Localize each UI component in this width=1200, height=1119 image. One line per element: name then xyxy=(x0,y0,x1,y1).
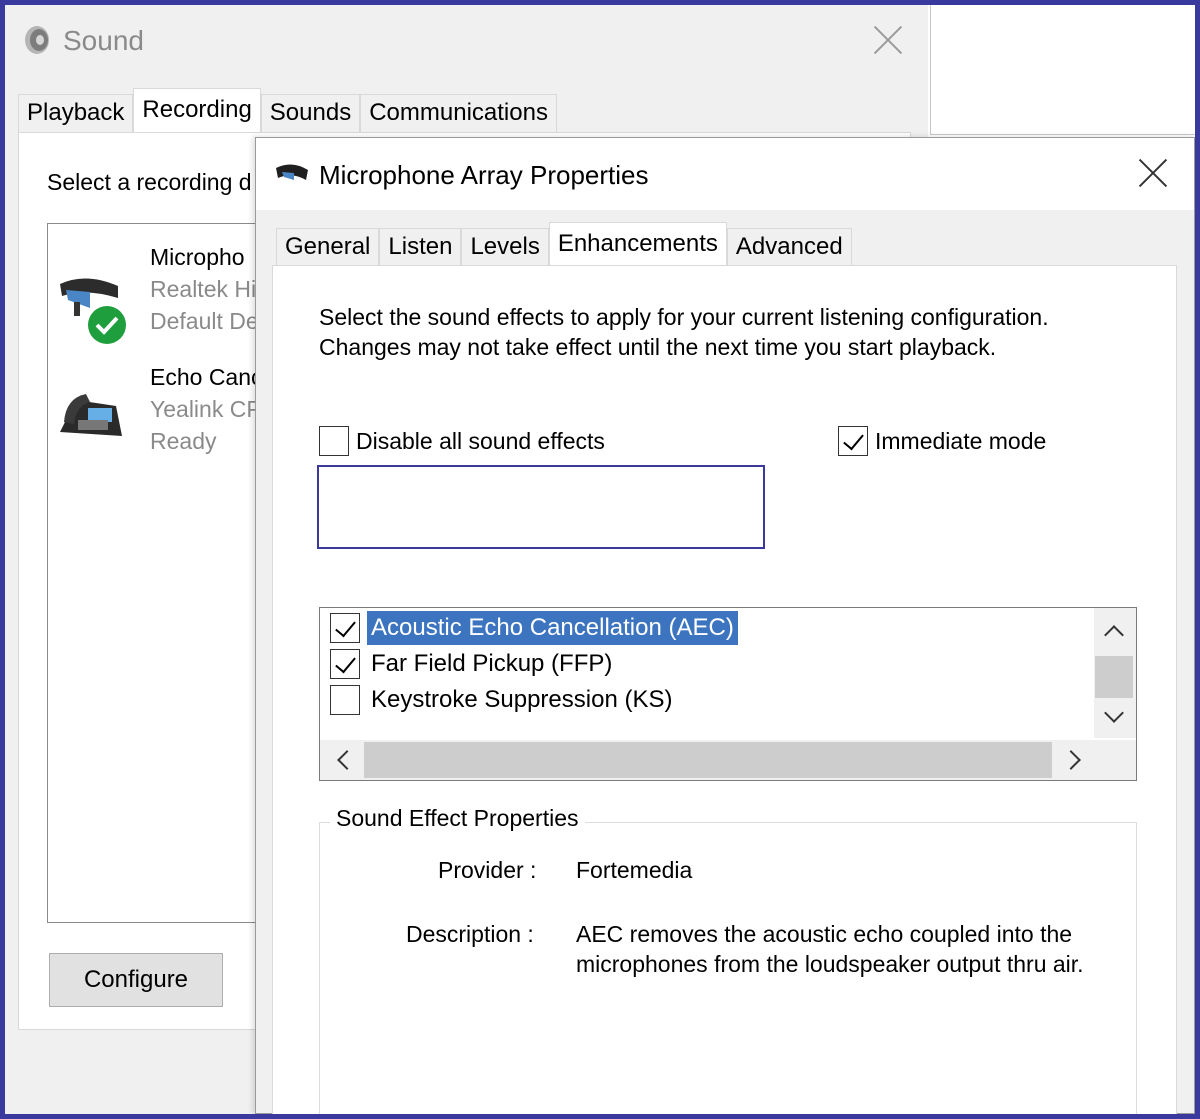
checkbox-checked[interactable] xyxy=(330,649,360,679)
properties-dialog: Microphone Array Properties General List… xyxy=(255,137,1195,1119)
device-status: Ready xyxy=(150,428,217,454)
scrollbar-corner xyxy=(1094,740,1136,780)
tab-advanced[interactable]: Advanced xyxy=(726,228,852,266)
device-name: Micropho xyxy=(150,244,245,270)
effect-item-aec[interactable]: Acoustic Echo Cancellation (AEC) xyxy=(330,611,738,645)
dialog-title: Microphone Array Properties xyxy=(319,160,649,190)
sound-title-bar: Sound xyxy=(5,5,928,75)
instruction-text: Select a recording d xyxy=(47,169,252,195)
scrollbar-thumb[interactable] xyxy=(1095,656,1133,698)
chevron-down-icon[interactable] xyxy=(1104,703,1124,723)
sound-effect-properties-group: Sound Effect Properties Provider : Forte… xyxy=(319,805,1137,1119)
horizontal-scrollbar[interactable] xyxy=(320,740,1136,780)
tab-sounds[interactable]: Sounds xyxy=(260,94,361,132)
scrollbar-thumb[interactable] xyxy=(364,742,1052,778)
chevron-right-icon[interactable] xyxy=(1061,750,1081,770)
vertical-scrollbar[interactable] xyxy=(1094,608,1136,738)
disable-all-label: Disable all sound effects xyxy=(356,427,605,454)
effect-item-ffp[interactable]: Far Field Pickup (FFP) xyxy=(330,647,616,681)
sound-tabs: Playback Recording Sounds Communications xyxy=(18,88,557,132)
tab-communications[interactable]: Communications xyxy=(360,94,557,132)
effect-label: Far Field Pickup (FFP) xyxy=(371,650,613,677)
description-value: AEC removes the acoustic echo coupled in… xyxy=(576,921,1084,977)
device-status: Default De xyxy=(150,308,259,334)
tab-playback[interactable]: Playback xyxy=(18,94,134,132)
instruction-line-2: Changes may not take effect until the ne… xyxy=(319,334,997,360)
properties-tabs: General Listen Levels Enhancements Advan… xyxy=(276,222,852,266)
tab-listen[interactable]: Listen xyxy=(379,228,462,266)
chevron-left-icon[interactable] xyxy=(337,750,357,770)
checkbox-checked[interactable] xyxy=(838,426,868,456)
speaker-icon xyxy=(25,26,49,54)
default-device-check-icon xyxy=(85,303,129,347)
close-icon[interactable] xyxy=(871,23,905,57)
enhancements-panel: Select the sound effects to apply for yo… xyxy=(272,265,1177,1119)
dialog-title-bar: Microphone Array Properties xyxy=(256,138,1194,210)
tab-general[interactable]: General xyxy=(276,228,380,266)
tab-levels[interactable]: Levels xyxy=(461,228,549,266)
device-driver: Yealink CP xyxy=(150,396,262,422)
tab-recording[interactable]: Recording xyxy=(133,88,261,132)
microphone-array-icon xyxy=(276,164,308,180)
device-driver: Realtek Hi xyxy=(150,276,257,302)
close-icon[interactable] xyxy=(1136,156,1170,190)
conference-phone-icon xyxy=(60,394,122,436)
disable-all-checkbox[interactable]: Disable all sound effects xyxy=(319,426,605,456)
immediate-mode-checkbox[interactable]: Immediate mode xyxy=(838,426,1046,456)
checkbox-checked[interactable] xyxy=(330,613,360,643)
provider-label: Provider : xyxy=(438,857,537,883)
effect-label: Acoustic Echo Cancellation (AEC) xyxy=(367,611,738,645)
checkbox-unchecked[interactable] xyxy=(330,685,360,715)
effect-label: Keystroke Suppression (KS) xyxy=(371,686,673,713)
effect-item-ks[interactable]: Keystroke Suppression (KS) xyxy=(330,683,676,717)
window-title: Sound xyxy=(63,25,144,56)
group-title: Sound Effect Properties xyxy=(330,805,585,832)
immediate-mode-label: Immediate mode xyxy=(875,427,1047,454)
provider-value: Fortemedia xyxy=(576,857,693,883)
device-name: Echo Canc xyxy=(150,364,263,390)
checkbox-unchecked[interactable] xyxy=(319,426,349,456)
description-label: Description : xyxy=(406,921,534,947)
chevron-up-icon[interactable] xyxy=(1104,625,1124,645)
configure-button[interactable]: Configure xyxy=(49,953,223,1007)
tab-enhancements[interactable]: Enhancements xyxy=(548,222,727,266)
background-window xyxy=(930,5,1195,135)
instruction-line-1: Select the sound effects to apply for yo… xyxy=(319,304,1049,330)
effects-list[interactable]: Acoustic Echo Cancellation (AEC) Far Fie… xyxy=(319,607,1137,781)
